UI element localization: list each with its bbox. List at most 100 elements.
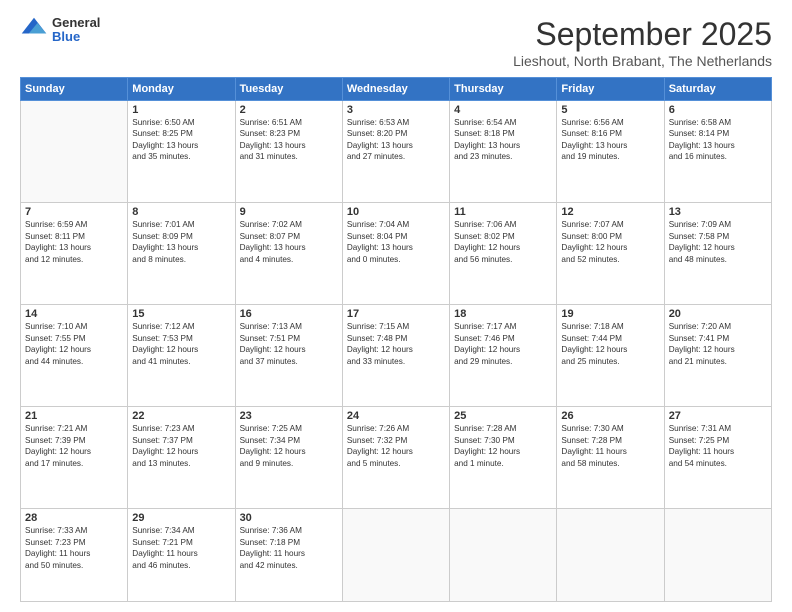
day-info: Sunrise: 7:15 AM Sunset: 7:48 PM Dayligh… [347,321,445,367]
week-row-2: 14Sunrise: 7:10 AM Sunset: 7:55 PM Dayli… [21,305,772,407]
weekday-header-friday: Friday [557,78,664,101]
day-cell [557,509,664,602]
day-cell: 11Sunrise: 7:06 AM Sunset: 8:02 PM Dayli… [450,203,557,305]
day-number: 28 [25,512,123,524]
day-number: 3 [347,104,445,116]
day-number: 30 [240,512,338,524]
day-cell: 26Sunrise: 7:30 AM Sunset: 7:28 PM Dayli… [557,407,664,509]
day-number: 14 [25,308,123,320]
day-cell: 8Sunrise: 7:01 AM Sunset: 8:09 PM Daylig… [128,203,235,305]
day-cell: 9Sunrise: 7:02 AM Sunset: 8:07 PM Daylig… [235,203,342,305]
week-row-4: 28Sunrise: 7:33 AM Sunset: 7:23 PM Dayli… [21,509,772,602]
day-info: Sunrise: 7:13 AM Sunset: 7:51 PM Dayligh… [240,321,338,367]
logo-text: General Blue [52,16,100,45]
day-info: Sunrise: 7:07 AM Sunset: 8:00 PM Dayligh… [561,219,659,265]
day-info: Sunrise: 7:21 AM Sunset: 7:39 PM Dayligh… [25,423,123,469]
week-row-3: 21Sunrise: 7:21 AM Sunset: 7:39 PM Dayli… [21,407,772,509]
day-info: Sunrise: 7:30 AM Sunset: 7:28 PM Dayligh… [561,423,659,469]
day-number: 8 [132,206,230,218]
day-cell: 14Sunrise: 7:10 AM Sunset: 7:55 PM Dayli… [21,305,128,407]
day-cell: 22Sunrise: 7:23 AM Sunset: 7:37 PM Dayli… [128,407,235,509]
day-info: Sunrise: 6:53 AM Sunset: 8:20 PM Dayligh… [347,117,445,163]
day-info: Sunrise: 7:36 AM Sunset: 7:18 PM Dayligh… [240,525,338,571]
title-block: September 2025 Lieshout, North Brabant, … [513,16,772,69]
day-info: Sunrise: 7:34 AM Sunset: 7:21 PM Dayligh… [132,525,230,571]
day-number: 11 [454,206,552,218]
day-info: Sunrise: 7:09 AM Sunset: 7:58 PM Dayligh… [669,219,767,265]
day-cell: 24Sunrise: 7:26 AM Sunset: 7:32 PM Dayli… [342,407,449,509]
day-number: 16 [240,308,338,320]
day-cell: 15Sunrise: 7:12 AM Sunset: 7:53 PM Dayli… [128,305,235,407]
logo-blue: Blue [52,30,100,44]
weekday-header-wednesday: Wednesday [342,78,449,101]
page: General Blue September 2025 Lieshout, No… [0,0,792,612]
day-cell: 16Sunrise: 7:13 AM Sunset: 7:51 PM Dayli… [235,305,342,407]
day-info: Sunrise: 7:02 AM Sunset: 8:07 PM Dayligh… [240,219,338,265]
day-cell: 1Sunrise: 6:50 AM Sunset: 8:25 PM Daylig… [128,101,235,203]
day-number: 12 [561,206,659,218]
day-cell: 10Sunrise: 7:04 AM Sunset: 8:04 PM Dayli… [342,203,449,305]
week-row-1: 7Sunrise: 6:59 AM Sunset: 8:11 PM Daylig… [21,203,772,305]
weekday-header-monday: Monday [128,78,235,101]
day-cell: 30Sunrise: 7:36 AM Sunset: 7:18 PM Dayli… [235,509,342,602]
day-cell: 12Sunrise: 7:07 AM Sunset: 8:00 PM Dayli… [557,203,664,305]
day-number: 5 [561,104,659,116]
day-info: Sunrise: 7:26 AM Sunset: 7:32 PM Dayligh… [347,423,445,469]
day-info: Sunrise: 7:01 AM Sunset: 8:09 PM Dayligh… [132,219,230,265]
day-info: Sunrise: 7:04 AM Sunset: 8:04 PM Dayligh… [347,219,445,265]
day-number: 13 [669,206,767,218]
day-cell: 21Sunrise: 7:21 AM Sunset: 7:39 PM Dayli… [21,407,128,509]
day-cell: 29Sunrise: 7:34 AM Sunset: 7:21 PM Dayli… [128,509,235,602]
day-info: Sunrise: 7:25 AM Sunset: 7:34 PM Dayligh… [240,423,338,469]
weekday-header-saturday: Saturday [664,78,771,101]
day-cell: 2Sunrise: 6:51 AM Sunset: 8:23 PM Daylig… [235,101,342,203]
day-number: 24 [347,410,445,422]
calendar-table: SundayMondayTuesdayWednesdayThursdayFrid… [20,77,772,602]
day-cell: 5Sunrise: 6:56 AM Sunset: 8:16 PM Daylig… [557,101,664,203]
day-number: 2 [240,104,338,116]
day-cell [21,101,128,203]
day-cell: 28Sunrise: 7:33 AM Sunset: 7:23 PM Dayli… [21,509,128,602]
day-info: Sunrise: 7:31 AM Sunset: 7:25 PM Dayligh… [669,423,767,469]
logo-general: General [52,16,100,30]
day-cell: 20Sunrise: 7:20 AM Sunset: 7:41 PM Dayli… [664,305,771,407]
weekday-header-row: SundayMondayTuesdayWednesdayThursdayFrid… [21,78,772,101]
day-cell: 17Sunrise: 7:15 AM Sunset: 7:48 PM Dayli… [342,305,449,407]
day-info: Sunrise: 7:18 AM Sunset: 7:44 PM Dayligh… [561,321,659,367]
logo-icon [20,16,48,44]
day-cell: 18Sunrise: 7:17 AM Sunset: 7:46 PM Dayli… [450,305,557,407]
day-number: 9 [240,206,338,218]
day-cell [664,509,771,602]
day-info: Sunrise: 7:06 AM Sunset: 8:02 PM Dayligh… [454,219,552,265]
day-cell: 27Sunrise: 7:31 AM Sunset: 7:25 PM Dayli… [664,407,771,509]
day-info: Sunrise: 6:56 AM Sunset: 8:16 PM Dayligh… [561,117,659,163]
day-number: 4 [454,104,552,116]
day-info: Sunrise: 7:10 AM Sunset: 7:55 PM Dayligh… [25,321,123,367]
day-cell: 7Sunrise: 6:59 AM Sunset: 8:11 PM Daylig… [21,203,128,305]
day-number: 21 [25,410,123,422]
day-number: 25 [454,410,552,422]
weekday-header-thursday: Thursday [450,78,557,101]
day-info: Sunrise: 6:59 AM Sunset: 8:11 PM Dayligh… [25,219,123,265]
day-number: 18 [454,308,552,320]
day-number: 29 [132,512,230,524]
day-info: Sunrise: 7:23 AM Sunset: 7:37 PM Dayligh… [132,423,230,469]
day-number: 26 [561,410,659,422]
month-title: September 2025 [513,16,772,53]
day-number: 22 [132,410,230,422]
day-cell: 19Sunrise: 7:18 AM Sunset: 7:44 PM Dayli… [557,305,664,407]
week-row-0: 1Sunrise: 6:50 AM Sunset: 8:25 PM Daylig… [21,101,772,203]
day-number: 15 [132,308,230,320]
day-cell [450,509,557,602]
day-cell: 3Sunrise: 6:53 AM Sunset: 8:20 PM Daylig… [342,101,449,203]
day-cell: 25Sunrise: 7:28 AM Sunset: 7:30 PM Dayli… [450,407,557,509]
day-cell: 6Sunrise: 6:58 AM Sunset: 8:14 PM Daylig… [664,101,771,203]
day-cell [342,509,449,602]
day-number: 1 [132,104,230,116]
logo: General Blue [20,16,100,45]
day-cell: 23Sunrise: 7:25 AM Sunset: 7:34 PM Dayli… [235,407,342,509]
weekday-header-tuesday: Tuesday [235,78,342,101]
day-info: Sunrise: 6:58 AM Sunset: 8:14 PM Dayligh… [669,117,767,163]
day-number: 19 [561,308,659,320]
day-number: 23 [240,410,338,422]
